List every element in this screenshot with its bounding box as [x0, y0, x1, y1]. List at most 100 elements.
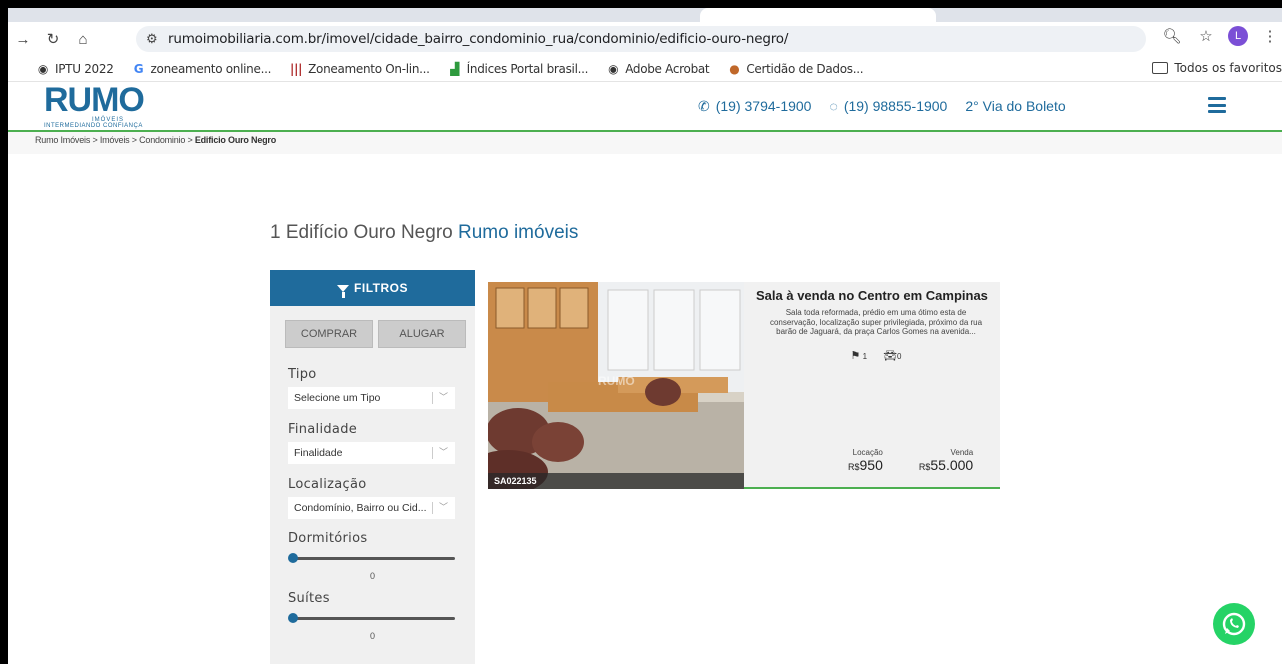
listing-photo[interactable]: RUMO SA022135 [488, 282, 744, 489]
rent-button[interactable]: ALUGAR [378, 320, 466, 348]
seal-icon: ● [729, 61, 740, 76]
toolbar-right: 🔍︎ ☆ L ⋮ [1160, 26, 1282, 46]
dormitorios-value: 0 [369, 571, 375, 581]
rent-label: Locação [852, 448, 883, 457]
sale-value: 55.000 [930, 457, 974, 473]
header-contacts: ✆ (19) 3794-1900 ◌ (19) 98855-1900 2° Via … [698, 98, 1066, 115]
phone-link[interactable]: ✆ (19) 3794-1900 [698, 98, 811, 115]
slider-handle[interactable] [288, 613, 298, 623]
dormitorios-label: Dormitórios [288, 531, 368, 546]
tab-strip [8, 8, 1282, 22]
select-separator [432, 502, 433, 514]
site-info-icon[interactable]: ⚙ [146, 31, 168, 47]
bookmark-zoneamento-online[interactable]: Gzoneamento online... [132, 62, 272, 76]
url-text[interactable]: rumoimobiliaria.com.br/imovel/cidade_bai… [168, 31, 788, 47]
suites-value: 0 [369, 631, 375, 641]
suites-label: Suítes [288, 591, 330, 606]
whatsapp-float-button[interactable] [1213, 603, 1255, 645]
whatsapp-icon: ◌ [829, 98, 838, 114]
bookmark-label: IPTU 2022 [55, 61, 114, 76]
filter-icon [337, 284, 350, 298]
slider-handle[interactable] [288, 553, 298, 563]
address-bar[interactable]: ⚙ rumoimobiliaria.com.br/imovel/cidade_b… [136, 26, 1146, 52]
logo-main: RUMO [44, 81, 145, 119]
suites-slider[interactable] [288, 612, 455, 624]
phone-text: (19) 3794-1900 [715, 98, 812, 114]
select-separator [432, 447, 433, 459]
tipo-select[interactable]: Selecione um Tipo ﹀ [288, 387, 455, 409]
filters-panel: FILTROS COMPRAR ALUGAR Tipo Selecione um… [270, 270, 475, 664]
rent-amount: R$950 [848, 457, 883, 473]
whatsapp-icon [1222, 612, 1246, 636]
parking-feature: 🚘︎0 [883, 349, 901, 362]
whatsapp-link[interactable]: ◌ (19) 98855-1900 [829, 98, 947, 115]
breadcrumb-current: Edificio Ouro Negro [194, 135, 277, 145]
buy-button[interactable]: COMPRAR [285, 320, 373, 348]
filters-header[interactable]: FILTROS [270, 270, 475, 306]
parking-count: 0 [897, 351, 902, 361]
listing-code: SA022135 [488, 473, 744, 489]
bookmark-iptu[interactable]: ◉ IPTU 2022 [36, 62, 114, 76]
title-text: Edifício Ouro Negro [285, 222, 453, 243]
all-favorites[interactable]: Todos os favoritos [1152, 61, 1282, 75]
whatsapp-text: (19) 98855-1900 [843, 98, 948, 114]
zoom-icon[interactable]: 🔍︎ [1160, 27, 1184, 45]
bars-logo-icon: ||| [290, 61, 303, 76]
boleto-link[interactable]: 2° Via do Boleto [965, 98, 1065, 115]
active-tab[interactable] [700, 8, 936, 22]
tipo-label: Tipo [288, 367, 317, 382]
slider-track [290, 617, 455, 620]
listing-card[interactable]: RUMO SA022135 Sala à venda no Centro em … [488, 282, 1000, 489]
breadcrumb-condominio[interactable]: Condominio [139, 135, 185, 145]
photo-watermark: RUMO [598, 374, 635, 388]
sale-amount: R$55.000 [919, 457, 973, 473]
rent-value: 950 [859, 457, 883, 473]
favorites-label: Todos os favoritos [1174, 61, 1282, 75]
dormitorios-slider[interactable] [288, 552, 455, 564]
breadcrumb-home[interactable]: Rumo Imóveis [35, 135, 90, 145]
forward-icon[interactable]: → [8, 31, 38, 48]
listing-body: Sala à venda no Centro em Campinas Sala … [756, 288, 996, 362]
breadcrumb-sep: > [187, 135, 193, 145]
site-header: RUMO IMÓVEIS INTERMEDIANDO CONFIANÇA ✆ (1… [8, 82, 1282, 132]
tipo-value: Selecione um Tipo [294, 392, 381, 404]
bookmark-label: Índices Portal brasil... [466, 61, 589, 76]
breadcrumb-sep: > [92, 135, 98, 145]
home-icon[interactable]: ⌂ [68, 31, 98, 48]
star-icon[interactable]: ☆ [1194, 27, 1218, 45]
result-count: 1 [270, 222, 281, 243]
bookmark-indices[interactable]: ▟ Índices Portal brasil... [448, 61, 589, 76]
browser-window: → ↻ ⌂ ⚙ rumoimobiliaria.com.br/imovel/ci… [8, 8, 1282, 664]
reload-icon[interactable]: ↻ [38, 30, 68, 48]
bookmark-certidao[interactable]: ● Certidão de Dados... [727, 62, 863, 76]
deal-type-buttons: COMPRAR ALUGAR [270, 306, 475, 348]
rumo-logo[interactable]: RUMO IMÓVEIS INTERMEDIANDO CONFIANÇA [44, 81, 164, 129]
sale-currency: R$ [918, 462, 931, 472]
listing-title[interactable]: Sala à venda no Centro em Campinas [756, 288, 996, 303]
listing-features: ⚑ 1 🚘︎0 [756, 349, 996, 362]
profile-avatar[interactable]: L [1228, 26, 1248, 46]
logo-tagline: INTERMEDIANDO CONFIANÇA [44, 123, 143, 129]
title-brand: Rumo imóveis [458, 222, 579, 243]
bookmark-zoneamento-onlin[interactable]: ||| Zoneamento On-lin... [289, 62, 430, 76]
bookmark-label: Zoneamento On-lin... [308, 61, 430, 76]
rent-price: Locação R$950 [848, 448, 883, 473]
globe-icon: ◉ [608, 61, 619, 76]
bookmark-adobe[interactable]: ◉ Adobe Acrobat [606, 61, 710, 76]
globe-icon: ◉ [37, 61, 49, 76]
breadcrumb: Rumo Imóveis > Imóveis > Condominio > Ed… [8, 132, 1282, 154]
breadcrumb-imoveis[interactable]: Imóveis [100, 135, 130, 145]
page-title: 1 Edifício Ouro Negro Rumo imóveis [270, 222, 578, 244]
finalidade-value: Finalidade [294, 447, 343, 459]
finalidade-select[interactable]: Finalidade ﹀ [288, 442, 455, 464]
google-icon: G [133, 61, 144, 76]
bookmarks-bar: ◉ IPTU 2022 Gzoneamento online... ||| Zone… [8, 56, 1282, 82]
listing-prices: Locação R$950 Venda R$55.000 [848, 448, 973, 473]
chevron-down-icon: ﹀ [438, 447, 448, 457]
hamburger-menu-icon[interactable] [1208, 97, 1226, 113]
menu-kebab-icon[interactable]: ⋮ [1258, 27, 1282, 45]
localizacao-value: Condomínio, Bairro ou Cid... [294, 502, 427, 514]
browser-toolbar: → ↻ ⌂ ⚙ rumoimobiliaria.com.br/imovel/ci… [8, 22, 1282, 56]
rent-currency: R$ [848, 462, 860, 472]
localizacao-select[interactable]: Condomínio, Bairro ou Cid... ﹀ [288, 497, 455, 519]
